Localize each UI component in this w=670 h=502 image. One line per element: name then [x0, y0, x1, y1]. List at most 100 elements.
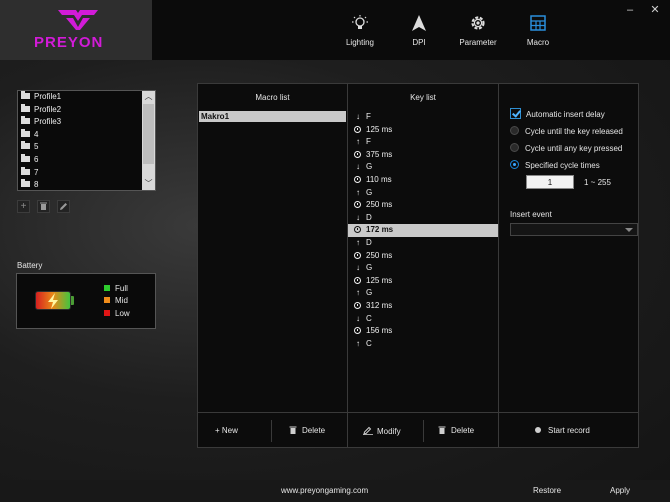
key-list-item[interactable]: 250 ms: [348, 199, 498, 212]
start-record-button[interactable]: Start record: [535, 426, 590, 435]
tab-parameter-label: Parameter: [459, 38, 497, 47]
folder-icon: [21, 91, 30, 99]
arrow-down-icon: ↓: [356, 212, 360, 222]
folder-icon: [21, 166, 30, 175]
profile-item[interactable]: 7: [18, 166, 143, 180]
tab-macro-label: Macro: [526, 38, 550, 47]
cycle-times-input[interactable]: 1: [526, 175, 574, 189]
website-link[interactable]: www.preyongaming.com: [281, 486, 368, 495]
cycle-released-option[interactable]: Cycle until the key released: [510, 125, 623, 139]
pencil-icon: [60, 203, 67, 210]
cycle-any-key-radio[interactable]: [510, 143, 519, 152]
scroll-down-icon[interactable]: ﹀: [142, 178, 155, 190]
cycle-released-radio[interactable]: [510, 126, 519, 135]
legend-low-label: Low: [115, 309, 130, 318]
clock-icon: [354, 251, 361, 259]
legend-full: Full: [104, 284, 128, 296]
key-list-item[interactable]: ↓ C: [348, 313, 498, 326]
key-list-item[interactable]: 125 ms: [348, 275, 498, 288]
key-list-item[interactable]: 312 ms: [348, 300, 498, 313]
key-list-item[interactable]: ↑ F: [348, 136, 498, 149]
key-list-item[interactable]: 156 ms: [348, 325, 498, 338]
key-list-item[interactable]: ↑ G: [348, 187, 498, 200]
key-list-item[interactable]: 250 ms: [348, 250, 498, 263]
specified-times-option[interactable]: Specified cycle times: [510, 159, 600, 173]
key-list-item[interactable]: 110 ms: [348, 174, 498, 187]
legend-low: Low: [104, 309, 130, 321]
legend-mid-swatch: [104, 297, 110, 303]
profile-item[interactable]: Profile1: [18, 91, 143, 104]
legend-full-label: Full: [115, 284, 128, 293]
battery-tip: [71, 296, 74, 305]
clock-icon: [354, 150, 361, 158]
profile-item[interactable]: 6: [18, 153, 143, 167]
trash-icon: [40, 202, 47, 210]
clock-icon: [354, 276, 361, 284]
key-list-item[interactable]: 375 ms: [348, 149, 498, 162]
specified-times-radio[interactable]: [510, 160, 519, 169]
key-list-item[interactable]: ↓ G: [348, 161, 498, 174]
macro-list-header: Macro list: [255, 93, 290, 102]
profile-label: 6: [34, 154, 39, 164]
tab-parameter[interactable]: Parameter: [453, 14, 503, 54]
key-list-item[interactable]: ↑ C: [348, 338, 498, 351]
profile-label: Profile2: [34, 104, 62, 114]
cursor-arrow-icon: [412, 15, 426, 31]
key-list-item[interactable]: 125 ms: [348, 124, 498, 137]
profile-item[interactable]: Profile2: [18, 103, 143, 117]
rename-profile-button[interactable]: [57, 200, 70, 213]
key-item-text: G: [366, 162, 373, 172]
delete-key-button[interactable]: Delete: [438, 426, 474, 435]
add-icon: +: [20, 201, 27, 212]
new-macro-button[interactable]: + New: [215, 426, 238, 435]
profile-item[interactable]: 4: [18, 128, 143, 142]
profile-item[interactable]: Profile3: [18, 116, 143, 129]
brand-name: PREYON: [34, 34, 104, 51]
delete-profile-button[interactable]: [37, 200, 50, 213]
macro-list-item[interactable]: Makro1: [199, 111, 346, 122]
key-item-text: 250 ms: [366, 200, 393, 210]
folder-icon: [21, 128, 30, 137]
restore-button[interactable]: Restore: [533, 486, 561, 495]
bulb-icon: [352, 15, 368, 29]
scroll-up-icon[interactable]: ︿: [142, 91, 155, 103]
chevron-down-icon: [625, 228, 633, 232]
folder-icon: [21, 116, 30, 125]
key-list-item[interactable]: ↓ D: [348, 212, 498, 225]
key-list-item[interactable]: ↑ D: [348, 237, 498, 250]
profile-label: 4: [34, 129, 39, 139]
apply-button[interactable]: Apply: [610, 486, 630, 495]
close-button[interactable]: ✕: [648, 4, 662, 16]
auto-insert-delay-option[interactable]: Automatic insert delay: [510, 108, 605, 122]
key-item-text: F: [366, 112, 371, 121]
profile-scrollbar[interactable]: ︿ ﹀: [142, 91, 155, 190]
scroll-thumb[interactable]: [143, 104, 154, 164]
key-item-text: 375 ms: [366, 149, 393, 159]
tab-lighting[interactable]: Lighting: [335, 14, 385, 54]
key-list-item[interactable]: 172 ms: [348, 224, 498, 237]
record-icon: [535, 427, 541, 433]
legend-full-swatch: [104, 285, 110, 291]
tab-dpi[interactable]: DPI: [394, 14, 444, 54]
delete-macro-label: Delete: [302, 426, 326, 435]
delete-macro-button[interactable]: Delete: [289, 426, 325, 435]
modify-button[interactable]: Modify: [363, 426, 401, 436]
clock-icon: [354, 175, 361, 183]
arrow-up-icon: ↑: [356, 187, 360, 197]
cycle-any-key-label: Cycle until any key pressed: [525, 144, 623, 153]
auto-insert-delay-checkbox[interactable]: [510, 108, 521, 119]
key-list-item[interactable]: ↑ G: [348, 287, 498, 300]
profile-item[interactable]: 8: [18, 179, 143, 192]
key-list-header: Key list: [410, 93, 436, 102]
auto-insert-delay-label: Automatic insert delay: [526, 110, 605, 119]
tab-macro[interactable]: Macro: [513, 14, 563, 54]
minimize-button[interactable]: –: [623, 4, 637, 16]
key-list-item[interactable]: ↓ F: [348, 111, 498, 124]
profile-item[interactable]: 5: [18, 141, 143, 154]
add-profile-button[interactable]: +: [17, 200, 30, 213]
key-list-item[interactable]: ↓ G: [348, 262, 498, 275]
insert-event-dropdown[interactable]: [510, 223, 638, 236]
modify-label: Modify: [377, 427, 401, 436]
cycle-any-key-option[interactable]: Cycle until any key pressed: [510, 142, 622, 156]
key-item-text: G: [366, 187, 373, 197]
